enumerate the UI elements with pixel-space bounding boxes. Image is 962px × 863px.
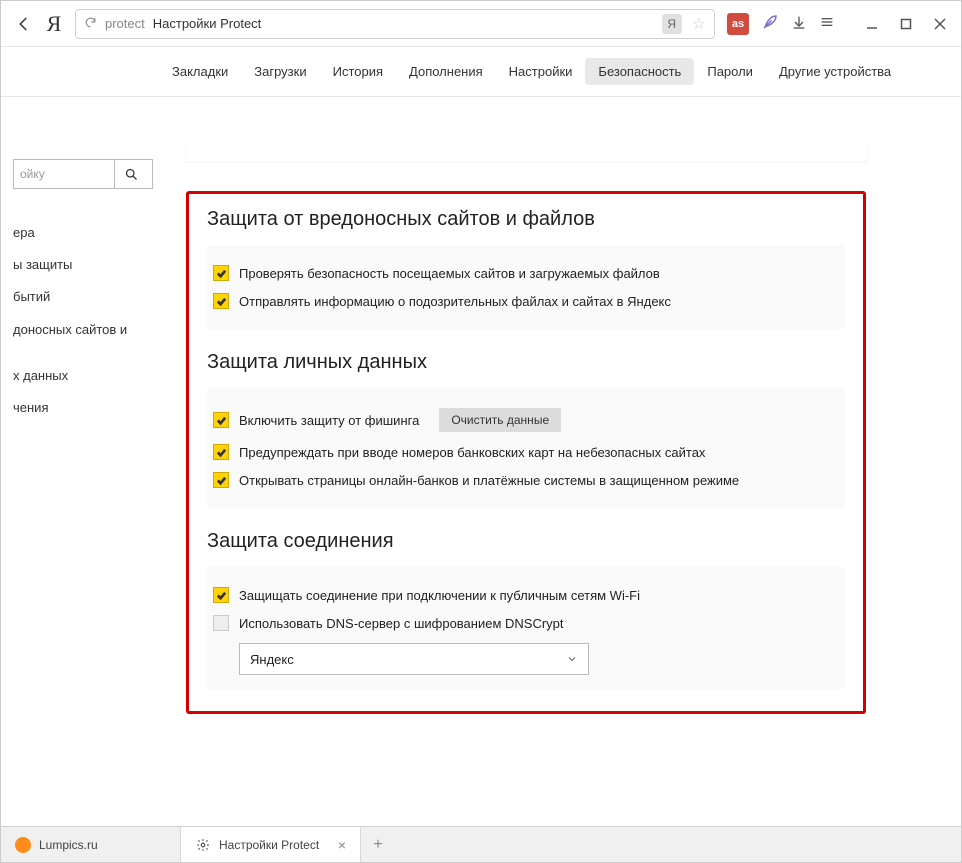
back-button[interactable] — [15, 15, 33, 33]
search-settings — [13, 159, 153, 189]
gear-icon — [195, 837, 211, 853]
tab-downloads[interactable]: Загрузки — [241, 58, 319, 85]
window-maximize-icon[interactable] — [899, 17, 913, 31]
group-malware: Проверять безопасность посещаемых сайтов… — [207, 245, 845, 329]
option-row: Отправлять информацию о подозрительных ф… — [213, 287, 831, 315]
option-label: Использовать DNS-сервер с шифрованием DN… — [239, 616, 564, 631]
option-label: Открывать страницы онлайн-банков и платё… — [239, 473, 739, 488]
option-row: Предупреждать при вводе номеров банковск… — [213, 438, 831, 466]
checkbox-check-safety[interactable] — [213, 265, 229, 281]
window-minimize-icon[interactable] — [865, 17, 879, 31]
extension-lastfm-icon[interactable]: as — [727, 13, 749, 35]
extension-feather-icon[interactable] — [761, 13, 779, 34]
security-settings-panel: Защита от вредоносных сайтов и файлов Пр… — [186, 191, 866, 714]
tab-addons[interactable]: Дополнения — [396, 58, 496, 85]
content-spacer — [186, 141, 868, 161]
group-connection: Защищать соединение при подключении к пу… — [207, 567, 845, 689]
checkbox-wifi-protect[interactable] — [213, 587, 229, 603]
dns-select-value: Яндекс — [250, 652, 294, 667]
favicon-icon — [15, 837, 31, 853]
checkbox-dnscrypt[interactable] — [213, 615, 229, 631]
option-label: Проверять безопасность посещаемых сайтов… — [239, 266, 660, 281]
chevron-down-icon — [566, 653, 578, 665]
tab-label: Lumpics.ru — [39, 838, 98, 852]
tab-bookmarks[interactable]: Закладки — [159, 58, 241, 85]
checkbox-card-warn[interactable] — [213, 444, 229, 460]
dns-select[interactable]: Яндекс — [239, 643, 589, 675]
option-row: Включить защиту от фишинга Очистить данн… — [213, 402, 831, 438]
tab-settings[interactable]: Настройки — [496, 58, 586, 85]
option-label: Защищать соединение при подключении к пу… — [239, 588, 640, 603]
section-title-connection: Защита соединения — [207, 530, 845, 553]
downloads-icon[interactable] — [791, 14, 807, 33]
browser-tab-lumpics[interactable]: Lumpics.ru — [1, 827, 181, 862]
close-tab-icon[interactable]: × — [338, 837, 346, 853]
settings-nav-tabs: Закладки Загрузки История Дополнения Нас… — [1, 47, 961, 97]
sidebar: ера ы защиты бытий доносных сайтов и х д… — [13, 217, 163, 424]
window-close-icon[interactable] — [933, 17, 947, 31]
address-prefix: protect — [105, 16, 145, 31]
option-row: Проверять безопасность посещаемых сайтов… — [213, 259, 831, 287]
browser-tab-protect[interactable]: Настройки Protect × — [181, 827, 361, 862]
tab-label: Настройки Protect — [219, 838, 319, 852]
checkbox-bank-protected[interactable] — [213, 472, 229, 488]
bookmark-star-icon[interactable]: ☆ — [692, 14, 706, 34]
tab-other-devices[interactable]: Другие устройства — [766, 58, 904, 85]
address-bar[interactable]: protect Настройки Protect Я ☆ — [75, 9, 715, 39]
sidebar-item[interactable]: ера — [13, 217, 163, 249]
option-label: Включить защиту от фишинга — [239, 413, 419, 428]
window-controls — [865, 17, 947, 31]
clear-data-button[interactable]: Очистить данные — [439, 408, 561, 432]
sidebar-item[interactable]: х данных — [13, 360, 163, 392]
tab-passwords[interactable]: Пароли — [694, 58, 766, 85]
section-title-malware: Защита от вредоносных сайтов и файлов — [207, 208, 845, 231]
browser-topbar: Я protect Настройки Protect Я ☆ as — [1, 1, 961, 47]
search-button[interactable] — [114, 160, 148, 188]
section-title-personal: Защита личных данных — [207, 351, 845, 374]
yandex-logo[interactable]: Я — [45, 11, 63, 37]
sidebar-item[interactable]: доносных сайтов и — [13, 314, 163, 346]
yandex-badge-icon[interactable]: Я — [662, 14, 682, 34]
option-row: Защищать соединение при подключении к пу… — [213, 581, 831, 609]
sidebar-item[interactable]: ы защиты — [13, 249, 163, 281]
address-title: Настройки Protect — [153, 16, 262, 31]
group-personal: Включить защиту от фишинга Очистить данн… — [207, 388, 845, 508]
search-input[interactable] — [14, 161, 114, 187]
checkbox-phishing[interactable] — [213, 412, 229, 428]
sidebar-item[interactable]: чения — [13, 392, 163, 424]
dns-select-wrap: Яндекс — [239, 643, 589, 675]
tab-security[interactable]: Безопасность — [585, 58, 694, 85]
refresh-icon[interactable] — [84, 16, 97, 32]
browser-tab-strip: Lumpics.ru Настройки Protect × + — [1, 826, 961, 862]
option-row: Открывать страницы онлайн-банков и платё… — [213, 466, 831, 494]
menu-icon[interactable] — [819, 14, 835, 33]
checkbox-send-info[interactable] — [213, 293, 229, 309]
option-label: Отправлять информацию о подозрительных ф… — [239, 294, 671, 309]
tab-history[interactable]: История — [320, 58, 396, 85]
option-label: Предупреждать при вводе номеров банковск… — [239, 445, 705, 460]
sidebar-item[interactable]: бытий — [13, 281, 163, 313]
new-tab-button[interactable]: + — [361, 827, 395, 862]
option-row: Использовать DNS-сервер с шифрованием DN… — [213, 609, 831, 637]
